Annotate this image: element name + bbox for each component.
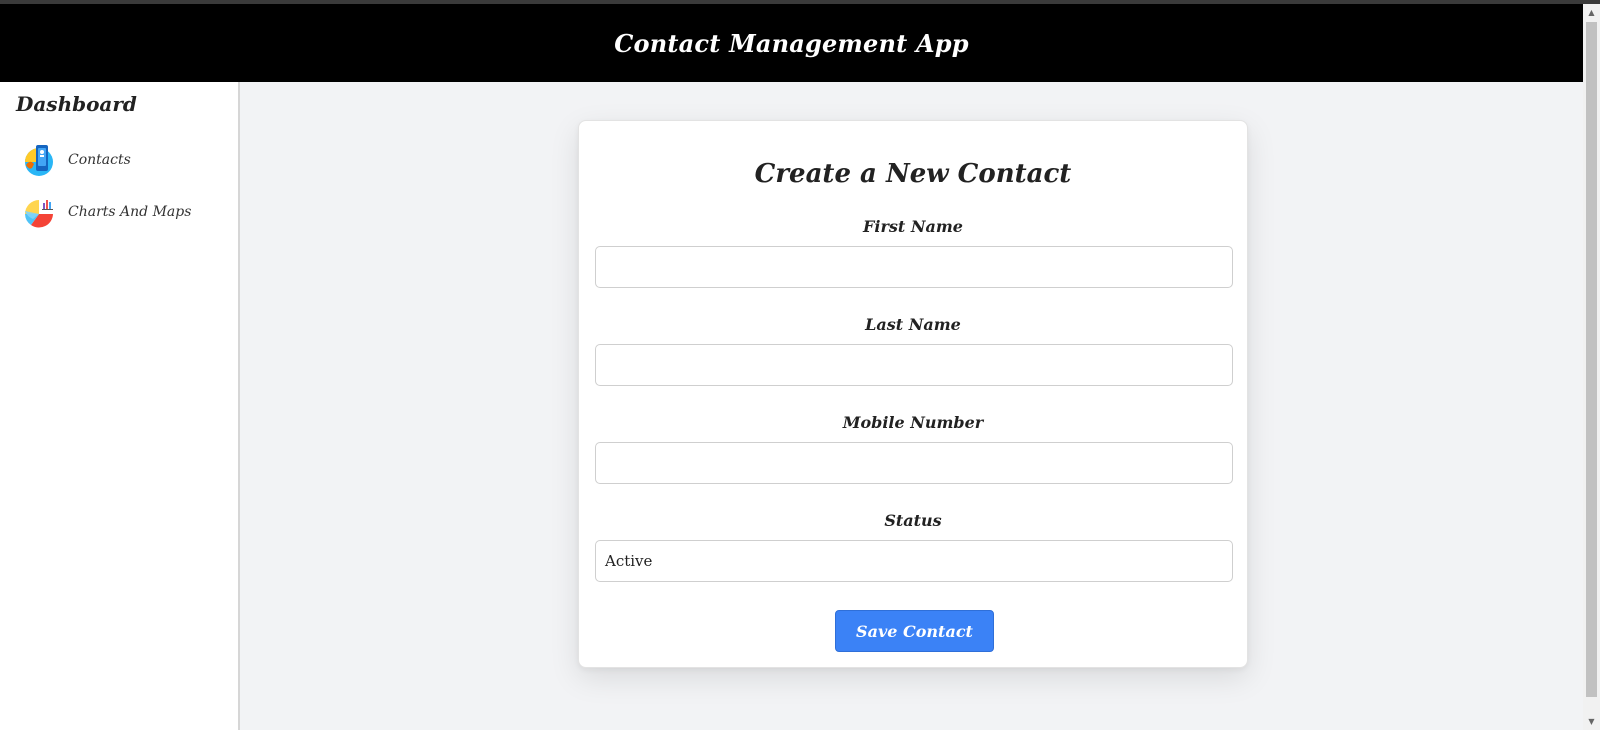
sidebar-item-contacts[interactable]: Contacts [22, 142, 232, 178]
status-label: Status [884, 511, 942, 530]
sidebar: Dashboard Contacts Charts And Maps [0, 82, 240, 730]
scroll-down-arrow-icon[interactable]: ▼ [1583, 713, 1600, 730]
scrollbar-thumb[interactable] [1586, 22, 1597, 697]
pie-chart-icon [22, 195, 56, 229]
sidebar-item-label: Charts And Maps [68, 204, 192, 220]
app-header: Contact Management App [0, 4, 1583, 82]
save-contact-button[interactable]: Save Contact [835, 610, 994, 652]
status-selected-value: Active [605, 552, 653, 570]
last-name-input[interactable] [595, 344, 1233, 386]
create-contact-form: Create a New Contact First Name Last Nam… [578, 120, 1248, 668]
sidebar-item-charts-and-maps[interactable]: Charts And Maps [22, 194, 232, 230]
status-select[interactable]: Active [595, 540, 1233, 582]
vertical-scrollbar[interactable]: ▲ ▼ [1583, 4, 1600, 730]
contacts-phone-icon [22, 143, 56, 177]
app-title: Contact Management App [614, 28, 969, 58]
sidebar-heading: Dashboard [16, 92, 137, 116]
first-name-label: First Name [863, 217, 963, 236]
first-name-input[interactable] [595, 246, 1233, 288]
scroll-up-arrow-icon[interactable]: ▲ [1583, 4, 1600, 21]
mobile-number-label: Mobile Number [842, 413, 984, 432]
last-name-label: Last Name [865, 315, 961, 334]
form-title: Create a New Contact [754, 159, 1072, 189]
sidebar-item-label: Contacts [68, 152, 131, 168]
mobile-number-input[interactable] [595, 442, 1233, 484]
